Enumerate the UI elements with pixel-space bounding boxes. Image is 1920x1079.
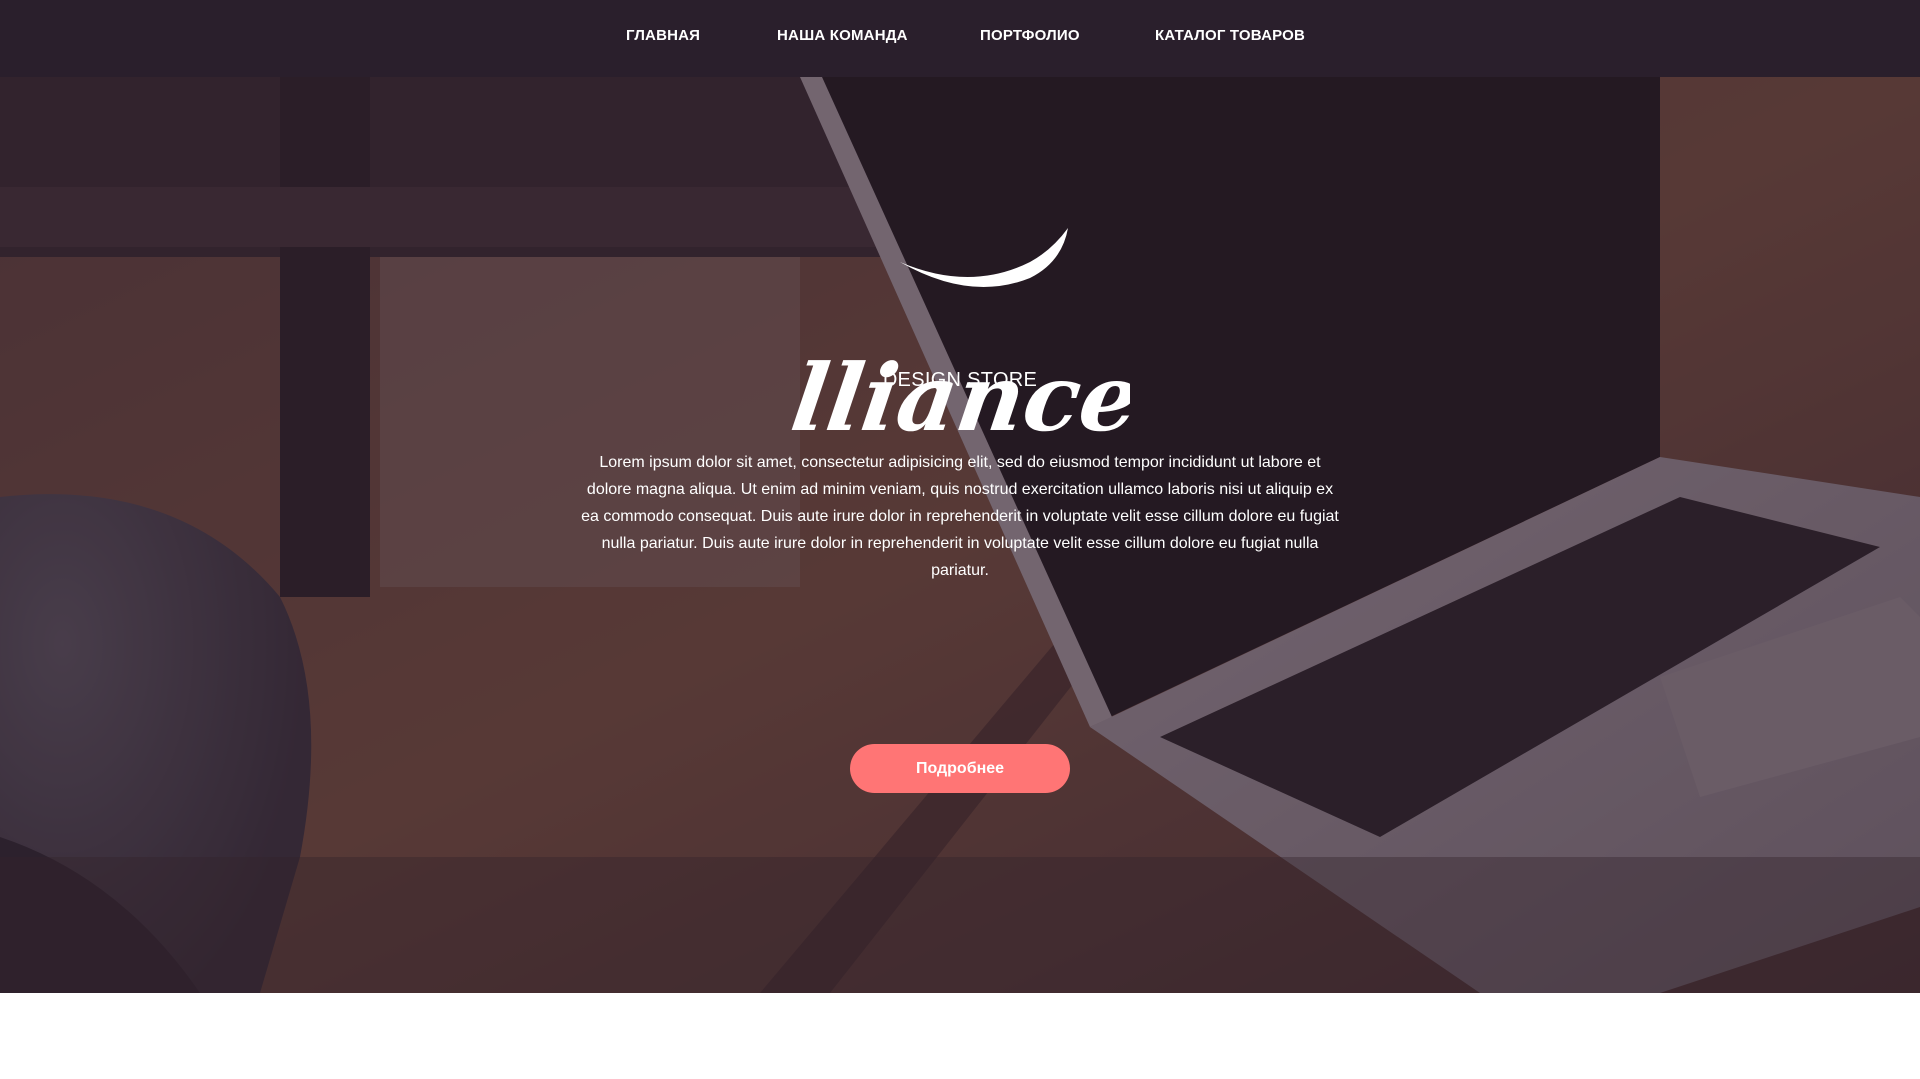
more-button[interactable]: Подробнее [850,744,1070,793]
nav-item-catalog[interactable]: КАТАЛОГ ТОВАРОВ [1155,27,1305,44]
nav-item-team[interactable]: НАША КОМАНДА [777,27,908,44]
logo-script-text: Alliance [790,343,1130,451]
nav-item-home[interactable]: ГЛАВНАЯ [626,27,700,44]
page-content-below [0,993,1920,1079]
main-menu: ГЛАВНАЯ НАША КОМАНДА ПОРТФОЛИО КАТАЛОГ Т… [0,0,1920,77]
top-navbar: ГЛАВНАЯ НАША КОМАНДА ПОРТФОЛИО КАТАЛОГ Т… [0,0,1920,77]
logo-subtitle: DESIGN STORE [882,369,1038,391]
logo-script-image: Alliance [790,228,1130,452]
brand-logo: Alliance [790,222,1130,482]
hero-section: Alliance DESIGN STORE Lorem ipsum dolor … [0,77,1920,993]
nav-item-portfolio[interactable]: ПОРТФОЛИО [980,27,1080,44]
hero-description: Lorem ipsum dolor sit amet, consectetur … [581,454,1339,579]
